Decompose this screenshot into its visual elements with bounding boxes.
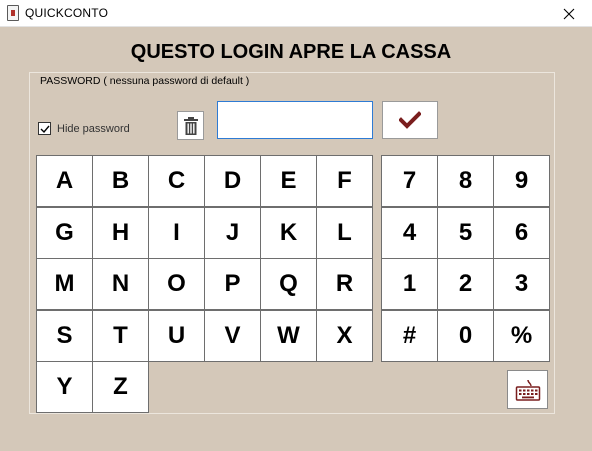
hide-password-label: Hide password [57, 122, 130, 135]
digit-key-1[interactable]: 1 [381, 258, 438, 310]
letter-key-y[interactable]: Y [36, 361, 93, 413]
digit-key-percent[interactable]: % [493, 309, 550, 362]
keyboard-icon [515, 379, 540, 401]
letter-key-j[interactable]: J [204, 206, 261, 259]
hide-password-checkbox[interactable]: Hide password [38, 122, 130, 135]
letter-key-k[interactable]: K [260, 206, 317, 259]
page-title: QUESTO LOGIN APRE LA CASSA [130, 41, 452, 63]
password-input[interactable] [217, 101, 373, 139]
digit-key-6[interactable]: 6 [493, 206, 550, 259]
letter-key-a[interactable]: A [36, 155, 93, 207]
letter-key-n[interactable]: N [92, 258, 149, 310]
checkmark-icon [399, 111, 421, 129]
letter-key-q[interactable]: Q [260, 258, 317, 310]
letter-key-t[interactable]: T [92, 309, 149, 362]
confirm-button[interactable] [382, 101, 438, 139]
letter-key-s[interactable]: S [36, 309, 93, 362]
close-icon [563, 8, 575, 19]
letter-key-f[interactable]: F [316, 155, 373, 207]
letter-key-u[interactable]: U [148, 309, 205, 362]
trash-icon [183, 116, 198, 135]
letter-key-m[interactable]: M [36, 258, 93, 310]
letter-key-r[interactable]: R [316, 258, 373, 310]
window-title: QUICKCONTO [25, 6, 109, 20]
password-group-label: PASSWORD ( nessuna password di default ) [39, 75, 251, 87]
digit-keypad: 7 8 9 4 5 6 1 2 3 #0% [381, 155, 550, 362]
letter-key-p[interactable]: P [204, 258, 261, 310]
letter-key-z[interactable]: Z [92, 361, 149, 413]
digit-key-3[interactable]: 3 [493, 258, 550, 310]
letter-key-i[interactable]: I [148, 206, 205, 259]
digit-key-9[interactable]: 9 [493, 155, 550, 207]
digit-key-7[interactable]: 7 [381, 155, 438, 207]
letter-key-x[interactable]: X [316, 309, 373, 362]
letter-key-o[interactable]: O [148, 258, 205, 310]
letter-key-l[interactable]: L [316, 206, 373, 259]
letter-key-g[interactable]: G [36, 206, 93, 259]
letter-key-v[interactable]: V [204, 309, 261, 362]
app-icon [7, 5, 19, 21]
checkmark-small-icon [40, 125, 50, 134]
letter-key-c[interactable]: C [148, 155, 205, 207]
letter-keypad: ABCDEF GHIJKL MNOPQR STUVWX YZ [36, 155, 373, 413]
digit-key-hash[interactable]: # [381, 309, 438, 362]
digit-key-4[interactable]: 4 [381, 206, 438, 259]
close-button[interactable] [546, 0, 592, 27]
letter-key-w[interactable]: W [260, 309, 317, 362]
letter-key-e[interactable]: E [260, 155, 317, 207]
digit-key-0[interactable]: 0 [437, 309, 494, 362]
clear-button[interactable] [177, 111, 204, 140]
digit-key-2[interactable]: 2 [437, 258, 494, 310]
digit-key-8[interactable]: 8 [437, 155, 494, 207]
letter-key-d[interactable]: D [204, 155, 261, 207]
letter-key-b[interactable]: B [92, 155, 149, 207]
keyboard-button[interactable] [507, 370, 548, 409]
checkbox-box[interactable] [38, 122, 51, 135]
digit-key-5[interactable]: 5 [437, 206, 494, 259]
title-bar: QUICKCONTO [0, 0, 592, 27]
letter-key-h[interactable]: H [92, 206, 149, 259]
